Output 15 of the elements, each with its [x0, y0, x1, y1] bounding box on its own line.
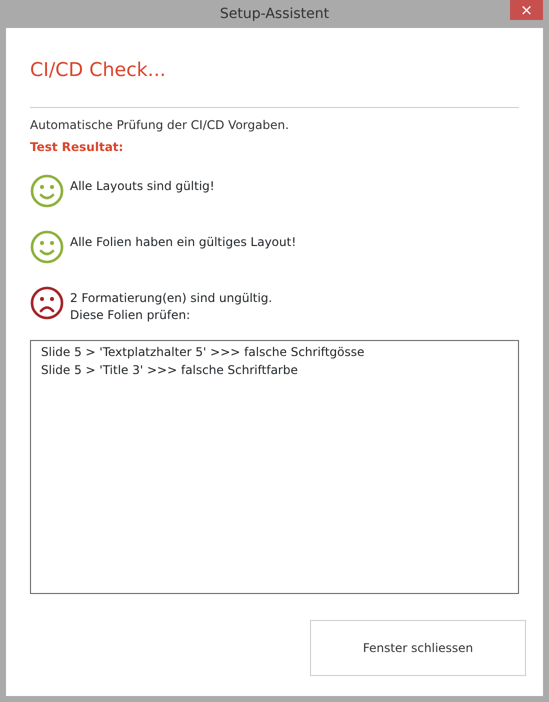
result-text: 2 Formatierung(en) sind ungültig. — [70, 290, 272, 306]
description: Automatische Prüfung der CI/CD Vorgaben. — [30, 116, 290, 134]
list-item: Slide 5 > 'Textplatzhalter 5' >>> falsche Schriftgösse — [41, 344, 366, 360]
result-label: Test Resultat: — [30, 138, 124, 156]
result-text: Alle Folien haben ein gültiges Layout! — [70, 234, 296, 250]
result-text: Diese Folien prüfen: — [70, 306, 192, 324]
close-window-button[interactable]: Fenster schliessen — [310, 620, 526, 676]
smiley-icon — [30, 230, 64, 264]
list-item: Slide 5 > 'Title 3' >>> falsche Schriftfarbe — [41, 362, 299, 378]
result-text: Alle Layouts sind gültig! — [70, 178, 215, 194]
smiley-icon — [30, 174, 64, 208]
heading: CI/CD Check... — [30, 58, 167, 83]
close-button[interactable]: × — [510, 0, 543, 20]
window-title: Setup-Assistent — [220, 4, 330, 24]
frown-icon — [30, 286, 64, 320]
